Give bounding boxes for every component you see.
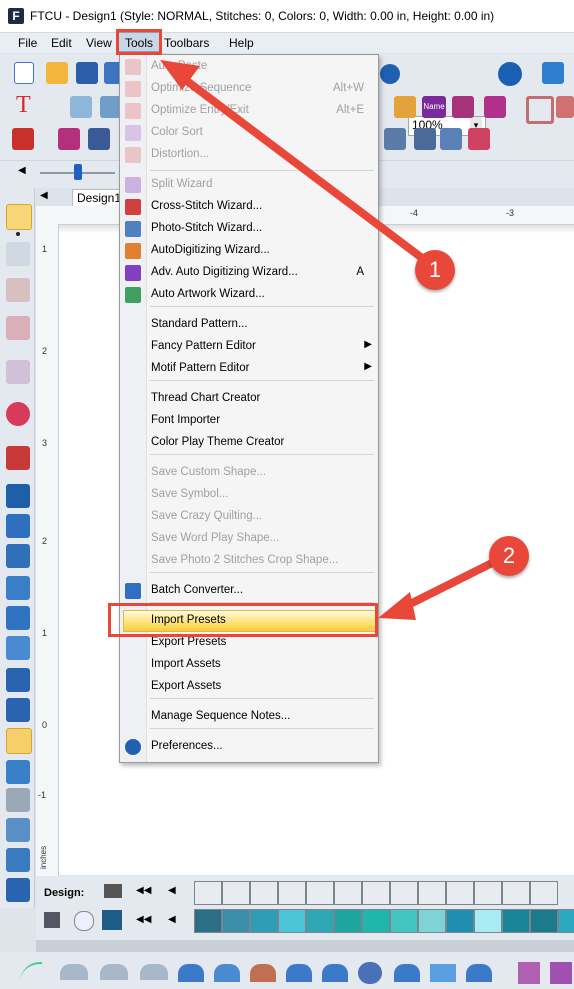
annotation-arrows	[160, 60, 498, 620]
arrow-2-line	[398, 558, 498, 612]
annotation-badge-1: 1	[415, 250, 455, 290]
annotation-badge-2: 2	[489, 536, 529, 576]
arrow-1-line	[171, 68, 426, 262]
arrow-2-head	[378, 592, 416, 620]
